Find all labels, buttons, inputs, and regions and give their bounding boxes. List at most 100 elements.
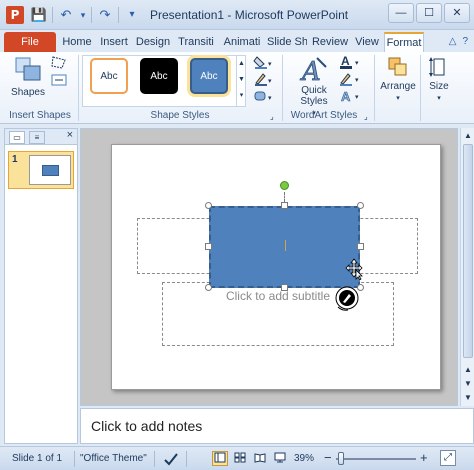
slide-count: Slide 1 of 1 xyxy=(12,453,63,464)
svg-text:A: A xyxy=(341,54,350,68)
shape-style-dark[interactable]: Abc xyxy=(140,58,178,94)
minimize-ribbon-icon[interactable]: △ xyxy=(449,36,457,47)
customize-qat-icon[interactable]: ▾ xyxy=(123,6,141,24)
resize-handle-top-right[interactable] xyxy=(357,202,364,209)
status-separator xyxy=(186,451,187,467)
slide-canvas[interactable]: Click to add subtitle xyxy=(111,144,441,390)
tab-file[interactable]: File xyxy=(4,32,56,52)
shape-style-outline[interactable]: Abc xyxy=(90,58,128,94)
resize-handle-top[interactable] xyxy=(281,202,288,209)
wordart-a-icon: A xyxy=(300,57,327,83)
reading-view-icon xyxy=(254,453,266,463)
gallery-scroll[interactable]: ▲ ▼ ▾ xyxy=(236,56,246,106)
arrange-label: Arrange xyxy=(380,81,416,92)
svg-text:▾: ▾ xyxy=(268,95,272,102)
wordart-dialog-launcher-icon[interactable]: ⌟ xyxy=(364,112,368,121)
status-separator xyxy=(74,451,75,467)
slide-show-button[interactable] xyxy=(272,451,288,466)
qat-separator xyxy=(91,7,92,23)
svg-text:A: A xyxy=(341,89,351,104)
fit-to-window-icon[interactable]: ⤢ xyxy=(440,450,456,466)
selected-rectangle-shape[interactable] xyxy=(209,206,360,288)
size-dropdown-icon: ▾ xyxy=(437,95,441,102)
undo-dropdown-icon[interactable]: ▾ xyxy=(79,6,87,24)
edit-shape-icon[interactable] xyxy=(50,55,70,71)
zoom-out-button[interactable]: − xyxy=(324,450,332,465)
scroll-next-slide-icon[interactable]: ▼ xyxy=(462,378,474,390)
shapes-icon xyxy=(15,57,41,81)
theme-name[interactable]: "Office Theme" xyxy=(80,453,147,464)
reading-view-button[interactable] xyxy=(252,451,268,466)
size-button[interactable]: Size ▾ xyxy=(424,55,454,103)
minimize-button[interactable]: — xyxy=(388,3,414,23)
zoom-in-button[interactable]: + xyxy=(420,450,428,465)
slide-sorter-button[interactable] xyxy=(232,451,248,466)
tab-insert[interactable]: Insert xyxy=(96,32,132,52)
text-box-icon[interactable] xyxy=(50,73,68,87)
normal-view-button[interactable] xyxy=(212,451,228,466)
rotation-handle[interactable] xyxy=(280,181,289,190)
redo-icon[interactable]: ↷ xyxy=(96,6,114,24)
text-fill-icon[interactable]: A ▾ xyxy=(338,54,362,70)
quick-styles-label: Quick Styles xyxy=(300,85,328,107)
insert-shapes-group-label: Insert Shapes xyxy=(9,110,71,121)
scroll-prev-slide-icon[interactable]: ▲ xyxy=(462,364,474,376)
resize-handle-bottom-left[interactable] xyxy=(205,284,212,291)
qat-separator xyxy=(118,7,119,23)
text-outline-icon[interactable]: ▾ xyxy=(338,71,362,87)
scroll-down-icon[interactable]: ▼ xyxy=(462,392,474,404)
notes-placeholder: Click to add notes xyxy=(91,418,203,434)
zoom-slider-track[interactable] xyxy=(336,458,416,460)
title-bar: P 💾 ↶ ▾ ↷ ▾ Presentation1 - Microsoft Po… xyxy=(0,0,474,30)
slide-editing-pane: Click to add subtitle xyxy=(80,128,458,406)
vertical-scrollbar[interactable]: ▲ ▲ ▼ ▼ xyxy=(460,128,474,406)
text-effects-icon[interactable]: A ▾ xyxy=(338,88,362,104)
slide-thumbnail xyxy=(29,155,71,185)
save-icon[interactable]: 💾 xyxy=(30,6,48,24)
close-button[interactable]: ✕ xyxy=(444,3,470,23)
slide-thumbnail-item[interactable]: 1 xyxy=(8,151,74,189)
undo-icon[interactable]: ↶ xyxy=(57,6,75,24)
svg-text:A: A xyxy=(300,57,321,83)
shape-fill-icon[interactable]: ▾ xyxy=(252,54,274,70)
slides-tab[interactable]: ▭ xyxy=(9,131,25,144)
tab-transitions[interactable]: Transiti xyxy=(174,32,218,52)
shape-outline-icon[interactable]: ▾ xyxy=(252,71,274,87)
tab-view[interactable]: View xyxy=(352,32,382,52)
powerpoint-app-icon[interactable]: P xyxy=(6,6,24,24)
ribbon: Shapes Insert Shapes Abc Abc Abc ▲ ▼ ▾ ▾ ▾… xyxy=(0,52,474,124)
resize-handle-left[interactable] xyxy=(205,243,212,250)
group-separator xyxy=(282,55,283,121)
maximize-button[interactable]: ☐ xyxy=(416,3,442,23)
tab-home[interactable]: Home xyxy=(60,32,94,52)
normal-view-icon xyxy=(214,452,226,463)
size-icon xyxy=(429,57,445,77)
arrange-button[interactable]: Arrange ▾ xyxy=(378,55,418,103)
zoom-slider-knob[interactable] xyxy=(338,452,344,465)
close-panel-icon[interactable]: × xyxy=(67,129,73,141)
svg-text:▾: ▾ xyxy=(355,77,359,84)
tab-slide-show[interactable]: Slide Sh xyxy=(266,32,308,52)
spell-check-icon[interactable] xyxy=(162,451,180,467)
help-icon[interactable]: ? xyxy=(462,36,468,47)
shape-styles-dialog-launcher-icon[interactable]: ⌟ xyxy=(270,112,274,121)
outline-tab[interactable]: ≡ xyxy=(29,131,45,144)
zoom-level[interactable]: 39% xyxy=(294,453,314,464)
shapes-button[interactable]: Shapes xyxy=(8,55,48,98)
shape-style-blue[interactable]: Abc xyxy=(190,58,228,94)
quick-styles-button[interactable]: A Quick Styles ▾ xyxy=(294,55,334,118)
resize-handle-right[interactable] xyxy=(357,243,364,250)
tab-review[interactable]: Review xyxy=(310,32,350,52)
tab-format[interactable]: Format xyxy=(384,32,424,52)
tab-design[interactable]: Design xyxy=(134,32,172,52)
scrollbar-thumb[interactable] xyxy=(463,144,473,358)
resize-handle-top-left[interactable] xyxy=(205,202,212,209)
group-separator xyxy=(78,55,79,121)
shapes-label: Shapes xyxy=(11,87,45,98)
notes-pane[interactable]: Click to add notes xyxy=(80,408,474,444)
shape-effects-icon[interactable]: ▾ xyxy=(252,88,274,104)
tab-animations[interactable]: Animati xyxy=(220,32,264,52)
status-separator xyxy=(154,451,155,467)
resize-handle-bottom[interactable] xyxy=(281,284,288,291)
scroll-up-icon[interactable]: ▲ xyxy=(462,130,474,142)
